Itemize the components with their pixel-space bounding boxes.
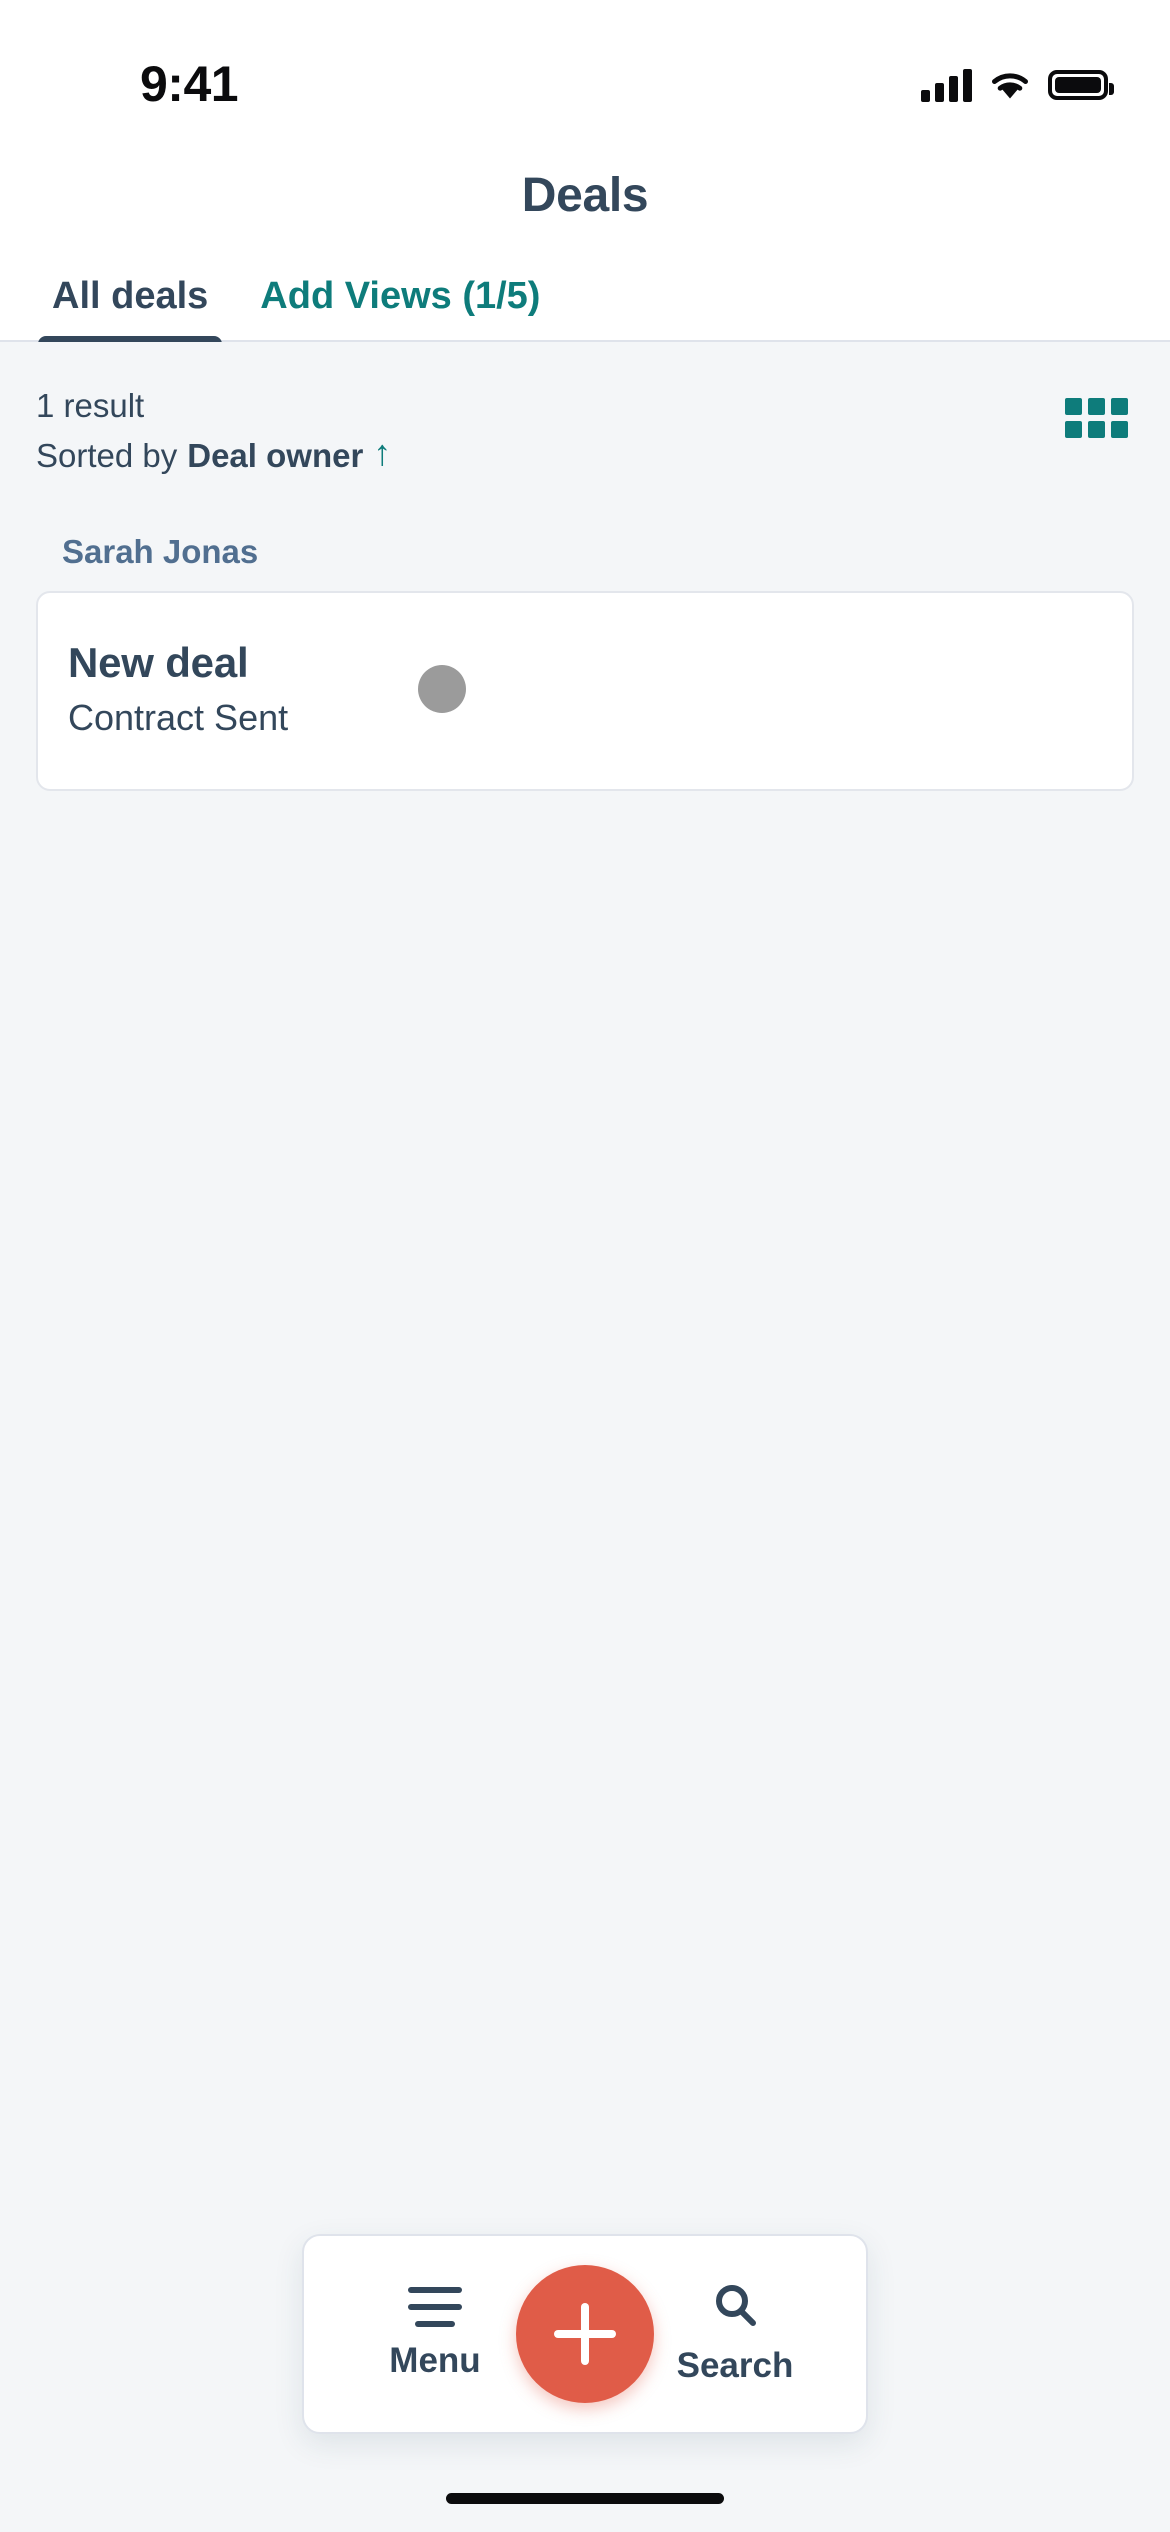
deal-card[interactable]: New deal Contract Sent — [36, 591, 1134, 792]
result-summary: 1 result Sorted by Deal owner ↑ — [36, 384, 391, 477]
page-title: Deals — [521, 169, 649, 222]
nav-header: Deals All deals Add Views (1/5) — [0, 150, 1170, 350]
sort-field-label: Deal owner — [187, 436, 364, 474]
sort-control[interactable]: Sorted by Deal owner ↑ — [36, 434, 391, 478]
tab-bar: All deals Add Views (1/5) — [0, 275, 1170, 350]
status-bar: 9:41 — [0, 0, 1170, 150]
create-button[interactable] — [516, 2265, 654, 2403]
battery-icon — [1048, 70, 1114, 100]
search-button-label: Search — [676, 2345, 794, 2385]
tab-add-views-label: Add Views (1/5) — [260, 275, 541, 317]
menu-button[interactable]: Menu — [350, 2287, 520, 2381]
grid-view-icon[interactable] — [1065, 398, 1128, 438]
hamburger-menu-icon — [408, 2287, 462, 2327]
wifi-icon — [988, 68, 1032, 102]
app-screen: 9:41 Deals All deals Add Views (1/5) 1 r… — [0, 0, 1170, 2532]
menu-button-label: Menu — [389, 2341, 481, 2380]
bottom-bar-wrapper: Menu Search — [0, 2234, 1170, 2434]
list-toolbar: 1 result Sorted by Deal owner ↑ — [36, 342, 1134, 477]
home-indicator — [446, 2493, 724, 2504]
status-indicators — [921, 68, 1114, 102]
sort-prefix-label: Sorted by — [36, 436, 178, 474]
plus-icon-vertical — [581, 2303, 589, 2365]
group-header-owner: Sarah Jonas — [62, 533, 259, 571]
search-button[interactable]: Search — [650, 2283, 820, 2386]
tab-add-views[interactable]: Add Views (1/5) — [260, 275, 540, 340]
tab-all-deals[interactable]: All deals — [37, 275, 223, 350]
arrow-up-icon: ↑ — [373, 432, 392, 474]
deal-stage: Contract Sent — [68, 697, 289, 739]
signal-bars-icon — [921, 68, 972, 102]
result-count: 1 result — [36, 387, 145, 424]
bottom-action-bar: Menu Search — [302, 2234, 868, 2434]
deal-card-texts: New deal Contract Sent — [68, 639, 418, 739]
deals-list: 1 result Sorted by Deal owner ↑ Sarah Jo… — [0, 342, 1170, 2532]
status-time: 9:41 — [140, 56, 239, 112]
tab-all-deals-label: All deals — [52, 275, 209, 317]
search-icon — [708, 2283, 762, 2332]
deal-name: New deal — [68, 639, 249, 687]
deal-stage-dot-icon — [418, 665, 466, 714]
